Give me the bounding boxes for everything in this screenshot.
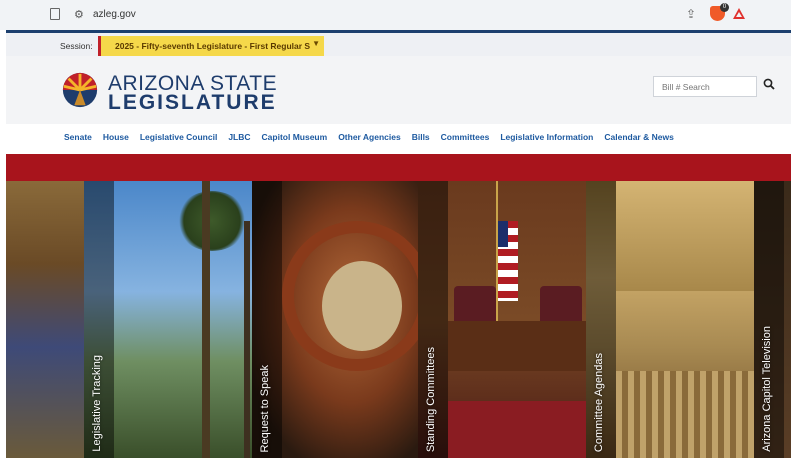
nav-item-legislative-information[interactable]: Legislative Information	[500, 132, 593, 142]
tile-legislative-tracking[interactable]: Legislative Tracking	[84, 181, 252, 458]
nav-item-bills[interactable]: Bills	[412, 132, 430, 142]
session-label: Session:	[60, 41, 93, 51]
tile-committee-agendas[interactable]: Committee Agendas	[586, 181, 754, 458]
bookmark-icon[interactable]	[50, 8, 60, 20]
nav-item-calendar-news[interactable]: Calendar & News	[604, 132, 673, 142]
site-title-line2[interactable]: LEGISLATURE	[108, 91, 277, 115]
nav-item-jlbc[interactable]: JLBC	[228, 132, 250, 142]
rewards-icon[interactable]	[733, 8, 745, 19]
bill-search-input[interactable]	[653, 76, 757, 97]
tile-arizona-capitol-television[interactable]: Arizona Capitol Television	[754, 181, 791, 458]
nav-item-legislative-council[interactable]: Legislative Council	[140, 132, 217, 142]
nav-item-capitol-museum[interactable]: Capitol Museum	[262, 132, 328, 142]
tile-label-request-to-speak: Request to Speak	[259, 364, 271, 452]
site-header: ARIZONA STATE LEGISLATURE	[6, 56, 791, 124]
nav-item-other-agencies[interactable]: Other Agencies	[338, 132, 401, 142]
url-text[interactable]: azleg.gov	[93, 9, 136, 20]
main-nav: Senate House Legislative Council JLBC Ca…	[6, 124, 791, 154]
nav-item-house[interactable]: House	[103, 132, 129, 142]
session-bar: Session: 2025 - Fifty-seventh Legislatur…	[6, 30, 791, 56]
tile-label-committee-agendas: Committee Agendas	[593, 352, 605, 452]
address-bar[interactable]	[38, 5, 748, 26]
arizona-logo-icon[interactable]	[61, 71, 99, 109]
nav-item-committees[interactable]: Committees	[441, 132, 490, 142]
brave-shield-icon[interactable]: 0	[710, 3, 729, 21]
search-icon[interactable]	[763, 78, 775, 90]
tile-chamber-photo[interactable]	[6, 181, 84, 458]
feature-tiles: Legislative Tracking Request to Speak St…	[6, 181, 791, 458]
tile-label-standing-committees: Standing Committees	[425, 346, 437, 452]
session-selected-value: 2025 - Fifty-seventh Legislature - First…	[115, 41, 311, 51]
tile-standing-committees[interactable]: Standing Committees	[418, 181, 586, 458]
site-settings-icon[interactable]: ⚙	[74, 8, 84, 21]
chevron-down-icon: ▼	[312, 39, 320, 48]
share-icon[interactable]: ⇪	[686, 7, 696, 21]
tile-request-to-speak[interactable]: Request to Speak	[252, 181, 418, 458]
browser-toolbar: ⚙ azleg.gov ⇪ 0	[0, 0, 791, 30]
tile-label-legislative-tracking: Legislative Tracking	[91, 355, 103, 452]
tile-label-arizona-capitol-television: Arizona Capitol Television	[761, 326, 773, 452]
red-divider-band	[6, 154, 791, 181]
shield-count-badge: 0	[720, 3, 729, 12]
nav-item-senate[interactable]: Senate	[64, 132, 92, 142]
session-select[interactable]: 2025 - Fifty-seventh Legislature - First…	[98, 36, 324, 56]
